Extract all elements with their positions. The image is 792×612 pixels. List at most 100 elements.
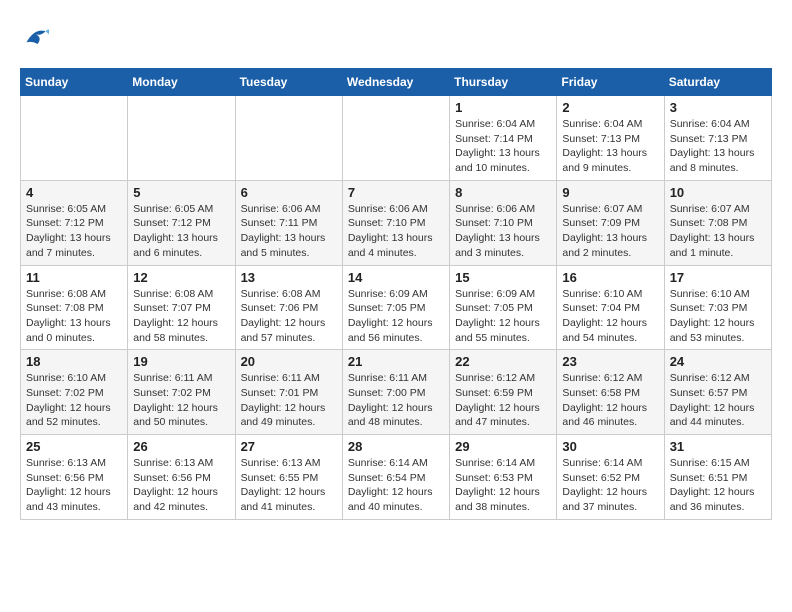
calendar-cell: 28 Sunrise: 6:14 AM Sunset: 6:54 PM Dayli… [342,435,449,520]
day-info: Sunrise: 6:13 AM Sunset: 6:56 PM Dayligh… [26,456,122,515]
day-info: Sunrise: 6:09 AM Sunset: 7:05 PM Dayligh… [348,287,444,346]
calendar-cell: 23 Sunrise: 6:12 AM Sunset: 6:58 PM Dayli… [557,350,664,435]
day-info: Sunrise: 6:05 AM Sunset: 7:12 PM Dayligh… [26,202,122,261]
logo-icon [20,20,52,52]
calendar-cell: 27 Sunrise: 6:13 AM Sunset: 6:55 PM Dayli… [235,435,342,520]
week-row-3: 11 Sunrise: 6:08 AM Sunset: 7:08 PM Dayli… [21,265,772,350]
calendar-table: SundayMondayTuesdayWednesdayThursdayFrid… [20,68,772,520]
day-number: 23 [562,354,658,369]
calendar-cell: 11 Sunrise: 6:08 AM Sunset: 7:08 PM Dayli… [21,265,128,350]
weekday-header-saturday: Saturday [664,69,771,96]
day-info: Sunrise: 6:12 AM Sunset: 6:57 PM Dayligh… [670,371,766,430]
day-info: Sunrise: 6:15 AM Sunset: 6:51 PM Dayligh… [670,456,766,515]
day-number: 12 [133,270,229,285]
day-info: Sunrise: 6:13 AM Sunset: 6:55 PM Dayligh… [241,456,337,515]
weekday-header-wednesday: Wednesday [342,69,449,96]
day-info: Sunrise: 6:04 AM Sunset: 7:13 PM Dayligh… [562,117,658,176]
day-number: 25 [26,439,122,454]
calendar-cell: 30 Sunrise: 6:14 AM Sunset: 6:52 PM Dayli… [557,435,664,520]
day-info: Sunrise: 6:07 AM Sunset: 7:08 PM Dayligh… [670,202,766,261]
calendar-cell: 20Sunrise: 6:11 AM Sunset: 7:01 PM Dayli… [235,350,342,435]
day-info: Sunrise: 6:06 AM Sunset: 7:10 PM Dayligh… [348,202,444,261]
day-info: Sunrise: 6:08 AM Sunset: 7:07 PM Dayligh… [133,287,229,346]
calendar-cell: 2 Sunrise: 6:04 AM Sunset: 7:13 PM Daylig… [557,96,664,181]
day-number: 10 [670,185,766,200]
calendar-cell: 10 Sunrise: 6:07 AM Sunset: 7:08 PM Dayli… [664,180,771,265]
calendar-cell [128,96,235,181]
day-info: Sunrise: 6:14 AM Sunset: 6:53 PM Dayligh… [455,456,551,515]
day-number: 2 [562,100,658,115]
day-number: 28 [348,439,444,454]
day-info: Sunrise: 6:12 AM Sunset: 6:58 PM Dayligh… [562,371,658,430]
calendar-cell: 13 Sunrise: 6:08 AM Sunset: 7:06 PM Dayli… [235,265,342,350]
day-number: 30 [562,439,658,454]
day-number: 22 [455,354,551,369]
day-number: 4 [26,185,122,200]
day-number: 7 [348,185,444,200]
day-number: 27 [241,439,337,454]
calendar-cell: 22 Sunrise: 6:12 AM Sunset: 6:59 PM Dayli… [450,350,557,435]
day-info: Sunrise: 6:10 AM Sunset: 7:02 PM Dayligh… [26,371,122,430]
week-row-1: 1 Sunrise: 6:04 AM Sunset: 7:14 PM Daylig… [21,96,772,181]
day-number: 24 [670,354,766,369]
day-info: Sunrise: 6:08 AM Sunset: 7:06 PM Dayligh… [241,287,337,346]
logo [20,20,56,52]
page-header [20,20,772,52]
week-row-4: 18 Sunrise: 6:10 AM Sunset: 7:02 PM Dayli… [21,350,772,435]
calendar-cell: 26Sunrise: 6:13 AM Sunset: 6:56 PM Dayli… [128,435,235,520]
day-info: Sunrise: 6:05 AM Sunset: 7:12 PM Dayligh… [133,202,229,261]
calendar-cell: 3 Sunrise: 6:04 AM Sunset: 7:13 PM Daylig… [664,96,771,181]
day-info: Sunrise: 6:14 AM Sunset: 6:54 PM Dayligh… [348,456,444,515]
week-row-5: 25 Sunrise: 6:13 AM Sunset: 6:56 PM Dayli… [21,435,772,520]
day-info: Sunrise: 6:06 AM Sunset: 7:10 PM Dayligh… [455,202,551,261]
day-info: Sunrise: 6:14 AM Sunset: 6:52 PM Dayligh… [562,456,658,515]
calendar-cell: 17 Sunrise: 6:10 AM Sunset: 7:03 PM Dayli… [664,265,771,350]
calendar-cell [342,96,449,181]
calendar-cell: 18 Sunrise: 6:10 AM Sunset: 7:02 PM Dayli… [21,350,128,435]
calendar-cell: 15Sunrise: 6:09 AM Sunset: 7:05 PM Dayli… [450,265,557,350]
day-number: 6 [241,185,337,200]
day-number: 3 [670,100,766,115]
day-number: 18 [26,354,122,369]
day-info: Sunrise: 6:12 AM Sunset: 6:59 PM Dayligh… [455,371,551,430]
day-info: Sunrise: 6:11 AM Sunset: 7:02 PM Dayligh… [133,371,229,430]
day-info: Sunrise: 6:08 AM Sunset: 7:08 PM Dayligh… [26,287,122,346]
calendar-cell: 4 Sunrise: 6:05 AM Sunset: 7:12 PM Daylig… [21,180,128,265]
day-info: Sunrise: 6:04 AM Sunset: 7:14 PM Dayligh… [455,117,551,176]
calendar-cell [21,96,128,181]
calendar-cell: 7 Sunrise: 6:06 AM Sunset: 7:10 PM Daylig… [342,180,449,265]
day-number: 13 [241,270,337,285]
calendar-cell: 16 Sunrise: 6:10 AM Sunset: 7:04 PM Dayli… [557,265,664,350]
day-number: 1 [455,100,551,115]
day-number: 31 [670,439,766,454]
calendar-cell: 12 Sunrise: 6:08 AM Sunset: 7:07 PM Dayli… [128,265,235,350]
calendar-cell: 1 Sunrise: 6:04 AM Sunset: 7:14 PM Daylig… [450,96,557,181]
calendar-cell: 31 Sunrise: 6:15 AM Sunset: 6:51 PM Dayli… [664,435,771,520]
day-number: 17 [670,270,766,285]
day-info: Sunrise: 6:07 AM Sunset: 7:09 PM Dayligh… [562,202,658,261]
day-number: 21 [348,354,444,369]
day-info: Sunrise: 6:10 AM Sunset: 7:03 PM Dayligh… [670,287,766,346]
calendar-cell: 25 Sunrise: 6:13 AM Sunset: 6:56 PM Dayli… [21,435,128,520]
day-info: Sunrise: 6:11 AM Sunset: 7:00 PM Dayligh… [348,371,444,430]
calendar-cell: 6Sunrise: 6:06 AM Sunset: 7:11 PM Daylig… [235,180,342,265]
day-number: 14 [348,270,444,285]
weekday-header-monday: Monday [128,69,235,96]
weekday-header-tuesday: Tuesday [235,69,342,96]
weekday-header-friday: Friday [557,69,664,96]
day-number: 20 [241,354,337,369]
calendar-cell [235,96,342,181]
calendar-cell: 29 Sunrise: 6:14 AM Sunset: 6:53 PM Dayli… [450,435,557,520]
weekday-header-sunday: Sunday [21,69,128,96]
calendar-cell: 21 Sunrise: 6:11 AM Sunset: 7:00 PM Dayli… [342,350,449,435]
calendar-cell: 14 Sunrise: 6:09 AM Sunset: 7:05 PM Dayli… [342,265,449,350]
day-info: Sunrise: 6:10 AM Sunset: 7:04 PM Dayligh… [562,287,658,346]
day-number: 29 [455,439,551,454]
day-info: Sunrise: 6:04 AM Sunset: 7:13 PM Dayligh… [670,117,766,176]
weekday-header-thursday: Thursday [450,69,557,96]
day-number: 16 [562,270,658,285]
day-number: 11 [26,270,122,285]
calendar-cell: 8Sunrise: 6:06 AM Sunset: 7:10 PM Daylig… [450,180,557,265]
calendar-cell: 19Sunrise: 6:11 AM Sunset: 7:02 PM Dayli… [128,350,235,435]
calendar-cell: 5Sunrise: 6:05 AM Sunset: 7:12 PM Daylig… [128,180,235,265]
